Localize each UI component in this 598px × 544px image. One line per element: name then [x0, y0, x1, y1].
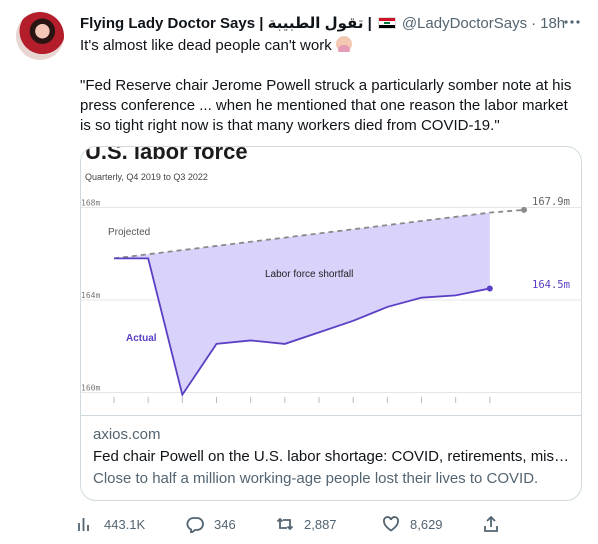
tweet-quote: "Fed Reserve chair Jerome Powell struck …	[80, 77, 572, 134]
card-title: Fed chair Powell on the U.S. labor short…	[93, 448, 571, 465]
projected-label: Projected	[108, 227, 150, 238]
like-button[interactable]: 8,629	[382, 512, 443, 536]
tweet[interactable]: Flying Lady Doctor Says | تقول الطبيبة |…	[0, 0, 598, 544]
tweet-actions: 443.1K 346 2,887 8,629	[76, 512, 506, 536]
card-divider	[81, 415, 581, 416]
share-button[interactable]	[482, 512, 500, 536]
heart-icon	[383, 516, 399, 532]
reply-count: 346	[214, 516, 236, 532]
shortfall-area	[114, 212, 490, 395]
more-options-icon[interactable]	[562, 12, 582, 32]
projected-end-label: 167.9m	[532, 196, 570, 208]
views-count: 443.1K	[104, 516, 146, 532]
share-icon	[484, 515, 498, 532]
y-tick-label: 168m	[81, 199, 100, 208]
actual-end-point	[486, 285, 493, 292]
woman-facepalming-emoji-icon	[335, 36, 352, 52]
retweet-count: 2,887	[304, 516, 337, 532]
tweet-header: Flying Lady Doctor Says | تقول الطبيبة |…	[80, 12, 582, 34]
tweet-text-line: It's almost like dead people can't work	[80, 37, 332, 54]
reply-icon	[186, 517, 204, 533]
card-description: Close to half a million working-age peop…	[93, 470, 539, 487]
labor-force-chart: 168m 164m 160m Projected Actual Labor force s…	[81, 196, 581, 403]
display-name[interactable]: Flying Lady Doctor Says | تقول الطبيبة |	[80, 14, 372, 32]
iraq-flag-icon	[377, 17, 396, 29]
retweet-button[interactable]: 2,887	[276, 512, 337, 536]
card-domain: axios.com	[93, 426, 161, 443]
like-count: 8,629	[410, 516, 443, 532]
views-button[interactable]: 443.1K	[76, 512, 145, 536]
handle[interactable]: @LadyDoctorSays	[402, 15, 527, 32]
tweet-text: It's almost like dead people can't work …	[80, 36, 580, 136]
actual-end-label: 164.5m	[532, 279, 570, 291]
reply-button[interactable]: 346	[186, 512, 236, 536]
retweet-icon	[276, 517, 294, 531]
separator: ·	[531, 14, 537, 32]
avatar[interactable]	[16, 12, 64, 60]
card-image: U.S. labor force Quarterly, Q4 2019 to Q…	[81, 147, 581, 415]
y-tick-label: 160m	[81, 383, 100, 392]
shortfall-label: Labor force shortfall	[265, 269, 353, 280]
card-meta: axios.com Fed chair Powell on the U.S. l…	[93, 425, 571, 489]
link-card[interactable]: U.S. labor force Quarterly, Q4 2019 to Q…	[80, 146, 582, 501]
analytics-icon	[78, 518, 89, 531]
actual-label: Actual	[126, 333, 157, 344]
projected-end-point	[521, 206, 527, 213]
y-tick-label: 164m	[81, 291, 100, 300]
